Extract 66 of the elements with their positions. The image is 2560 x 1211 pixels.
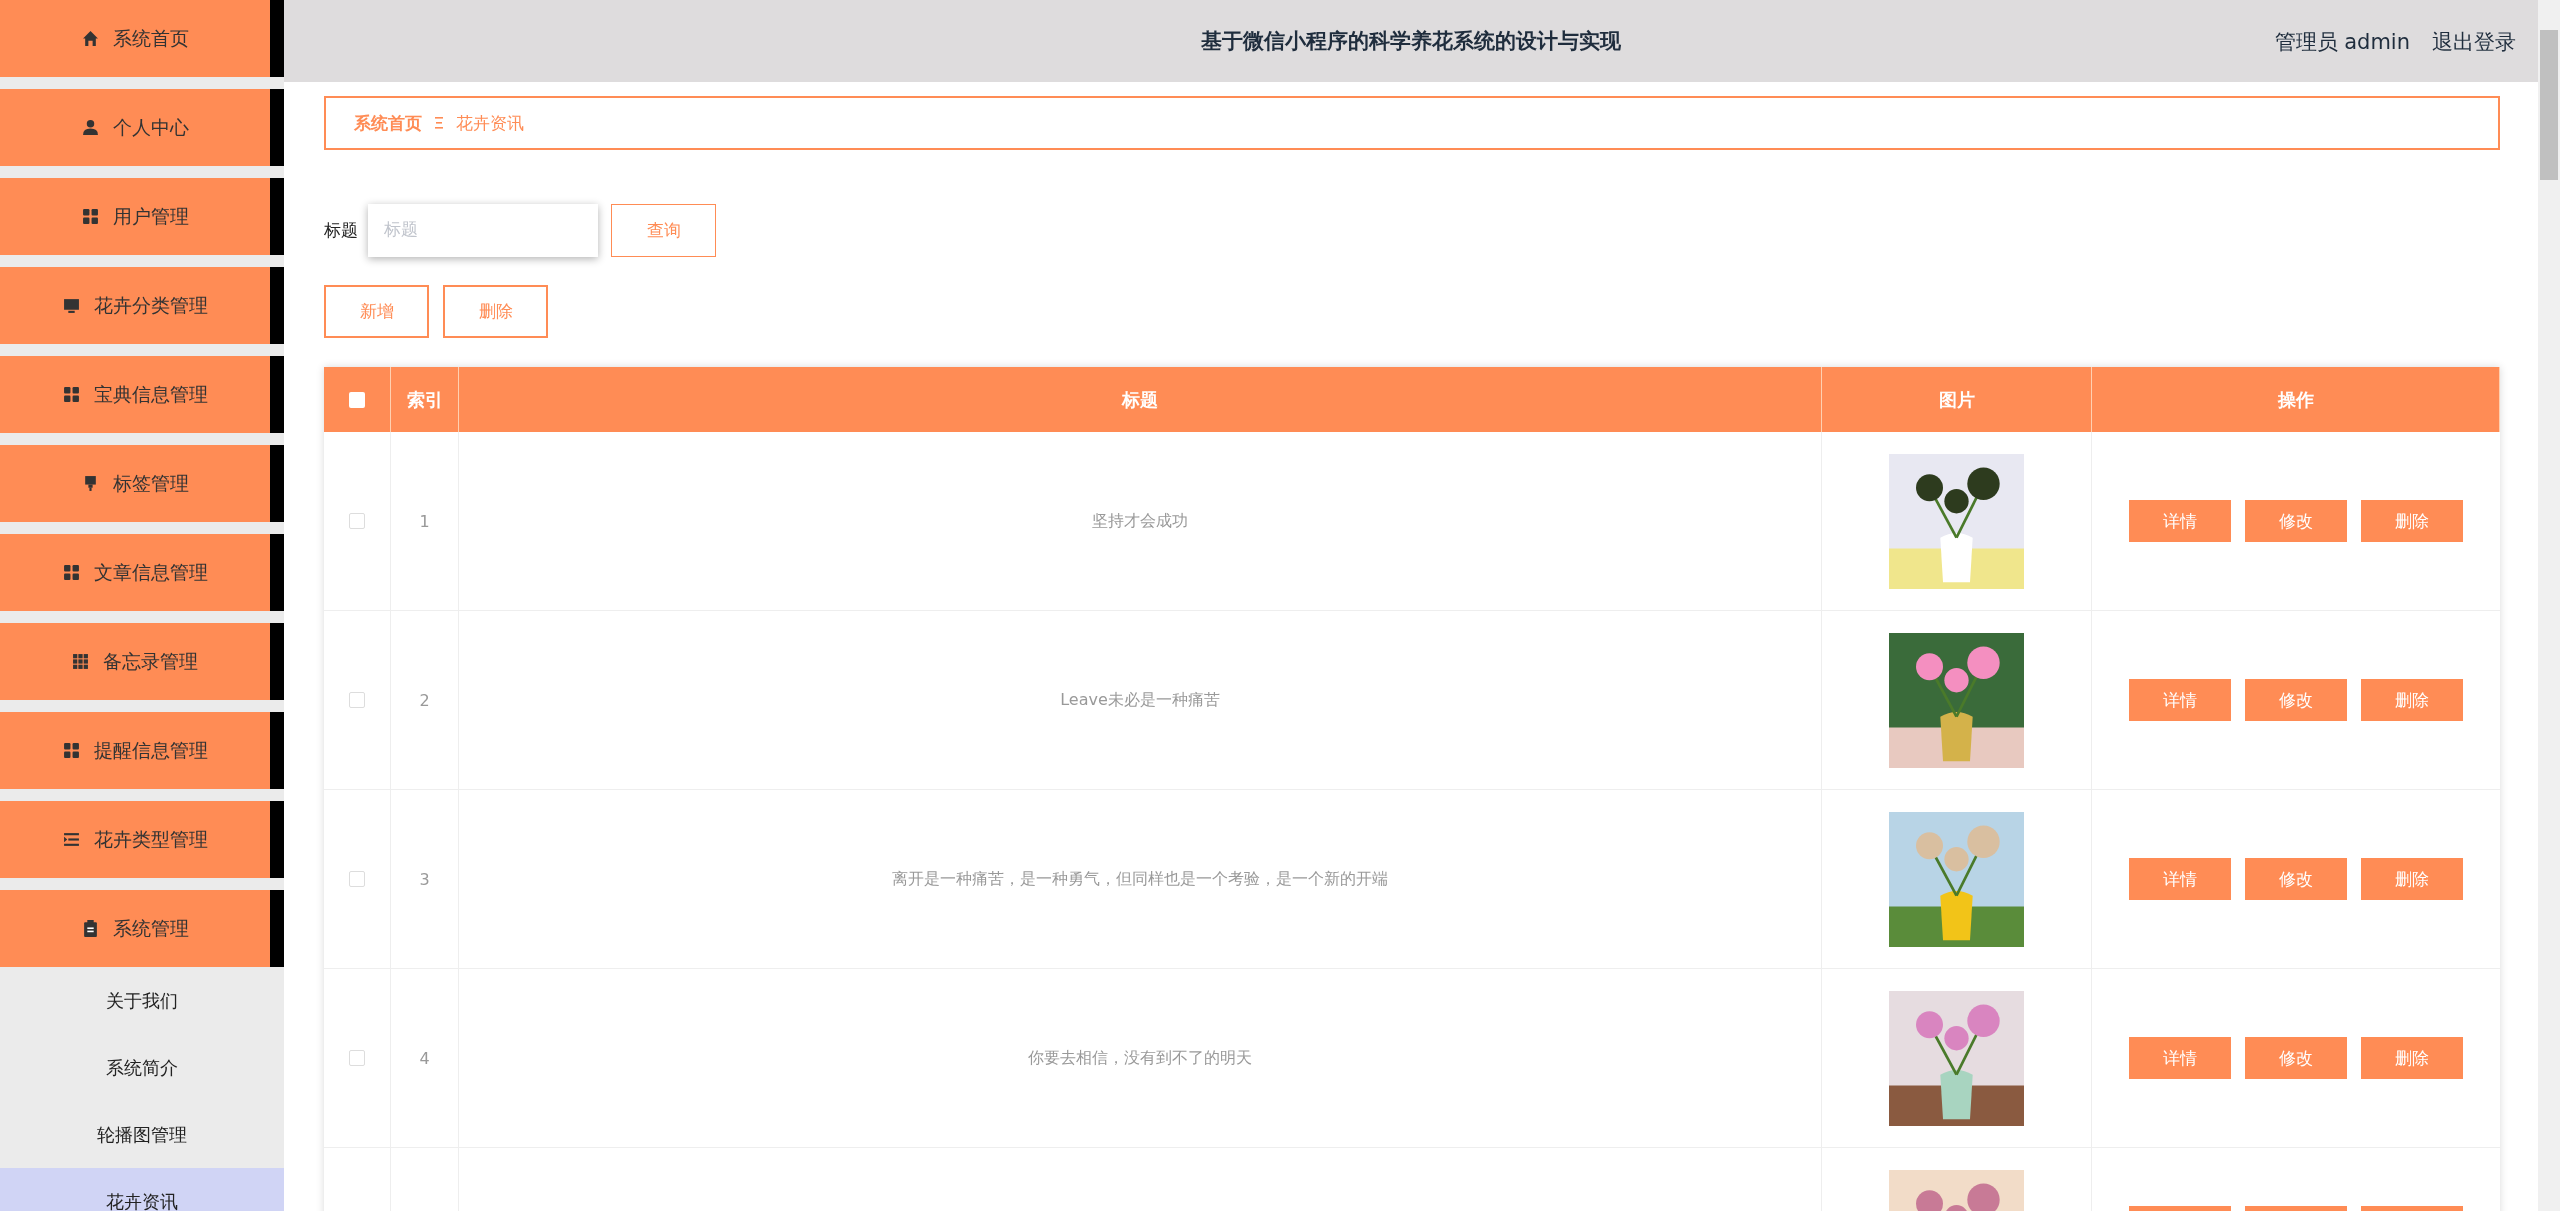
row-action-button[interactable]: 删除 (2361, 1037, 2463, 1079)
row-action-button[interactable]: 修改 (2245, 500, 2347, 542)
person-icon (81, 119, 99, 136)
clipboard-icon (81, 920, 99, 937)
row-action-button[interactable]: 删除 (2361, 500, 2463, 542)
user-label: 管理员 admin (2274, 29, 2410, 56)
title-cell: 坚持才会成功 (1092, 510, 1188, 532)
row-checkbox[interactable] (349, 513, 365, 529)
select-all-checkbox[interactable] (349, 391, 365, 408)
row-action-button[interactable]: 修改 (2245, 858, 2347, 900)
menu-item[interactable]: 个人中心 (0, 89, 284, 166)
breadcrumb-item[interactable]: 花卉资讯 (456, 111, 524, 135)
title-cell: 你要去相信，没有到不了的明天 (1028, 1047, 1252, 1069)
monitor-icon (62, 297, 80, 314)
list-indent-icon (62, 831, 80, 848)
index-cell: 3 (419, 869, 430, 889)
menu-item[interactable]: 花卉分类管理 (0, 267, 284, 344)
column-header: 操作 (2092, 367, 2500, 432)
breadcrumb-item[interactable]: 系统首页 (354, 111, 422, 135)
index-cell: 1 (419, 511, 430, 531)
submenu-item[interactable]: 系统简介 (0, 1034, 284, 1101)
row-action-button[interactable]: 修改 (2245, 679, 2347, 721)
menu-item[interactable]: 宝典信息管理 (0, 356, 284, 433)
submenu-item[interactable]: 花卉资讯 (0, 1168, 284, 1211)
menu-item[interactable]: 文章信息管理 (0, 534, 284, 611)
action-button[interactable]: 新增 (324, 285, 429, 338)
grid-icon (62, 742, 80, 759)
search-button[interactable]: 查询 (611, 203, 716, 257)
row-action-button[interactable]: 删除 (2361, 858, 2463, 900)
grid-icon (72, 653, 89, 670)
page-title: 基于微信小程序的科学养花系统的设计与实现 (1201, 28, 1621, 55)
row-action-button[interactable]: 详情 (2129, 858, 2231, 900)
action-button[interactable]: 删除 (443, 285, 548, 338)
row-action-button[interactable]: 详情 (2129, 679, 2231, 721)
row-action-button[interactable]: 详情 (2129, 500, 2231, 542)
row-action-button[interactable]: 删除 (2361, 679, 2463, 721)
menu-item[interactable]: 用户管理 (0, 178, 284, 255)
menu-item[interactable]: 提醒信息管理 (0, 712, 284, 789)
grid-icon (62, 564, 80, 581)
menu-item[interactable]: 系统管理 (0, 890, 284, 967)
separator-icon (434, 116, 444, 130)
search-label: 标题 (324, 218, 358, 242)
row-checkbox[interactable] (349, 1050, 365, 1066)
row-checkbox[interactable] (349, 692, 365, 708)
menu-item[interactable]: 备忘录管理 (0, 623, 284, 700)
grid-icon (81, 208, 99, 225)
menu-item[interactable]: 花卉类型管理 (0, 801, 284, 878)
column-header: 图片 (1822, 367, 2092, 432)
row-action-button[interactable]: 修改 (2245, 1037, 2347, 1079)
home-icon (81, 30, 99, 47)
row-action-button[interactable]: 详情 (2129, 1037, 2231, 1079)
grid-icon (62, 386, 80, 403)
menu-item[interactable]: 系统首页 (0, 0, 284, 77)
title-cell: Leave未必是一种痛苦 (1060, 689, 1220, 711)
column-header: 标题 (459, 367, 1822, 432)
index-cell: 4 (419, 1048, 430, 1068)
column-header: 索引 (391, 367, 459, 432)
submenu-item[interactable]: 关于我们 (0, 967, 284, 1034)
submenu-item[interactable]: 轮播图管理 (0, 1101, 284, 1168)
logout-link[interactable]: 退出登录 (2432, 28, 2516, 56)
menu-item[interactable]: 标签管理 (0, 445, 284, 522)
scrollbar[interactable] (2538, 0, 2560, 1211)
index-cell: 2 (419, 690, 430, 710)
title-input[interactable]: 标题 (368, 203, 598, 257)
row-checkbox[interactable] (349, 871, 365, 887)
title-cell: 离开是一种痛苦，是一种勇气，但同样也是一个考验，是一个新的开端 (892, 868, 1388, 890)
